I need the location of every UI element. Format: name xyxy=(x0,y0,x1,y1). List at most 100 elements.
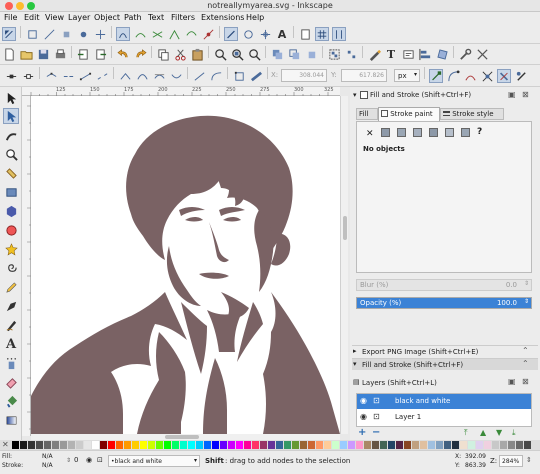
remove-layer-icon[interactable]: − xyxy=(372,427,380,438)
snap-bbox-midpoint-icon[interactable] xyxy=(76,27,90,41)
palette-swatch[interactable] xyxy=(452,441,459,449)
break-path-icon[interactable] xyxy=(61,69,75,83)
snap-grid-icon[interactable] xyxy=(315,27,329,41)
unlink-clone-icon[interactable] xyxy=(304,47,318,61)
measure-tool-icon[interactable] xyxy=(4,166,18,180)
linear-gradient-icon[interactable] xyxy=(397,128,406,137)
calligraphy-tool-icon[interactable] xyxy=(4,318,18,332)
eye-icon[interactable]: ◉ xyxy=(86,456,92,464)
palette-swatch[interactable] xyxy=(508,441,515,449)
snap-nodes-icon[interactable] xyxy=(116,27,130,41)
duplicate-icon[interactable] xyxy=(270,47,284,61)
preferences-icon[interactable] xyxy=(458,47,472,61)
node-tool-icon[interactable] xyxy=(3,108,19,124)
palette-swatch[interactable] xyxy=(476,441,483,449)
spray-tool-icon[interactable] xyxy=(4,356,18,370)
palette-swatch[interactable] xyxy=(420,441,427,449)
palette-swatch[interactable] xyxy=(340,441,347,449)
palette-swatch[interactable] xyxy=(444,441,451,449)
zoom-spinner-icon[interactable]: ⇕ xyxy=(526,456,532,464)
print-icon[interactable] xyxy=(53,47,67,61)
lock-icon[interactable]: ⊡ xyxy=(97,456,103,464)
tab-fill[interactable]: Fill xyxy=(356,108,378,120)
snap-enable-icon[interactable] xyxy=(2,27,16,41)
menu-layer[interactable]: Layer xyxy=(68,13,90,22)
text-font-dialog-icon[interactable]: T xyxy=(384,47,398,61)
unit-select[interactable]: px ▾ xyxy=(394,69,420,82)
star-tool-icon[interactable] xyxy=(4,242,18,256)
zoom-field[interactable]: 284% xyxy=(499,455,523,467)
zoom-selection-icon[interactable] xyxy=(213,47,227,61)
palette-swatch[interactable] xyxy=(148,441,155,449)
panel-chevron-icon[interactable]: ⌃ xyxy=(522,359,529,368)
tab-stroke-style[interactable]: Stroke style xyxy=(440,108,504,120)
group-icon[interactable] xyxy=(327,47,341,61)
palette-swatch[interactable] xyxy=(140,441,147,449)
menu-object[interactable]: Object xyxy=(94,13,120,22)
fill-stroke-dialog-icon[interactable] xyxy=(367,47,381,61)
palette-swatch[interactable] xyxy=(396,441,403,449)
palette-swatch[interactable] xyxy=(204,441,211,449)
menu-text[interactable]: Text xyxy=(148,13,164,22)
iconify-panel-icon[interactable]: ▣ xyxy=(508,377,516,386)
panel-chevron-icon[interactable]: ⌃ xyxy=(522,346,529,355)
vertical-scrollbar[interactable] xyxy=(340,96,348,434)
align-distribute-icon[interactable] xyxy=(418,47,432,61)
new-document-icon[interactable] xyxy=(2,47,16,61)
snap-smooth-icon[interactable] xyxy=(184,27,198,41)
opacity-spinner-icon[interactable]: ⇕ xyxy=(66,457,71,464)
palette-swatch[interactable] xyxy=(292,441,299,449)
palette-swatch[interactable] xyxy=(404,441,411,449)
menu-help[interactable]: Help xyxy=(246,13,264,22)
horizontal-scrollbar-thumb[interactable] xyxy=(165,435,199,439)
palette-swatch[interactable] xyxy=(100,441,107,449)
blur-spin-icon[interactable]: ⇕ xyxy=(524,280,529,287)
portrait-artwork[interactable] xyxy=(31,96,340,434)
node-smooth-icon[interactable] xyxy=(135,69,149,83)
object-to-path-icon[interactable] xyxy=(232,69,246,83)
tab-stroke-paint[interactable]: Stroke paint xyxy=(378,107,440,121)
palette-swatch[interactable] xyxy=(308,441,315,449)
pencil-tool-icon[interactable] xyxy=(4,280,18,294)
palette-swatch[interactable] xyxy=(364,441,371,449)
ungroup-icon[interactable] xyxy=(344,47,358,61)
palette-swatch[interactable] xyxy=(188,441,195,449)
export-icon[interactable] xyxy=(93,47,107,61)
delete-segment-icon[interactable] xyxy=(95,69,109,83)
menu-path[interactable]: Path xyxy=(124,13,142,22)
delete-node-icon[interactable] xyxy=(21,69,35,83)
palette-swatch[interactable] xyxy=(164,441,171,449)
palette-swatch[interactable] xyxy=(92,441,99,449)
palette-swatch[interactable] xyxy=(180,441,187,449)
unset-paint-icon[interactable]: ? xyxy=(477,127,482,137)
spiral-tool-icon[interactable] xyxy=(4,261,18,275)
stroke-to-path-icon[interactable] xyxy=(249,69,263,83)
no-paint-icon[interactable]: ✕ xyxy=(366,129,374,139)
vertical-scrollbar-thumb[interactable] xyxy=(343,216,347,240)
snap-rotation-center-icon[interactable] xyxy=(258,27,272,41)
selector-tool-icon[interactable] xyxy=(4,91,18,105)
drawing-canvas[interactable] xyxy=(31,96,340,434)
menu-edit[interactable]: Edit xyxy=(24,13,40,22)
snap-bbox-icon[interactable] xyxy=(25,27,39,41)
palette-swatch[interactable] xyxy=(268,441,275,449)
palette-swatch[interactable] xyxy=(124,441,131,449)
palette-swatch[interactable] xyxy=(212,441,219,449)
zoom-drawing-icon[interactable] xyxy=(230,47,244,61)
raise-to-top-icon[interactable]: ⤒ xyxy=(464,428,468,438)
copy-icon[interactable] xyxy=(156,47,170,61)
show-handles-icon[interactable] xyxy=(446,69,460,83)
snap-bbox-center-icon[interactable] xyxy=(93,27,107,41)
menu-view[interactable]: View xyxy=(45,13,64,22)
palette-swatch[interactable] xyxy=(252,441,259,449)
close-panel-icon[interactable]: ⊠ xyxy=(522,377,529,386)
palette-swatch[interactable] xyxy=(428,441,435,449)
edit-clip-icon[interactable] xyxy=(514,69,528,83)
palette-swatch[interactable] xyxy=(460,441,467,449)
raise-layer-icon[interactable]: ▲ xyxy=(480,428,486,437)
palette-swatch[interactable] xyxy=(52,441,59,449)
palette-swatch[interactable] xyxy=(244,441,251,449)
join-nodes-icon[interactable] xyxy=(44,69,58,83)
palette-swatch[interactable] xyxy=(60,441,67,449)
palette-swatch[interactable] xyxy=(260,441,267,449)
